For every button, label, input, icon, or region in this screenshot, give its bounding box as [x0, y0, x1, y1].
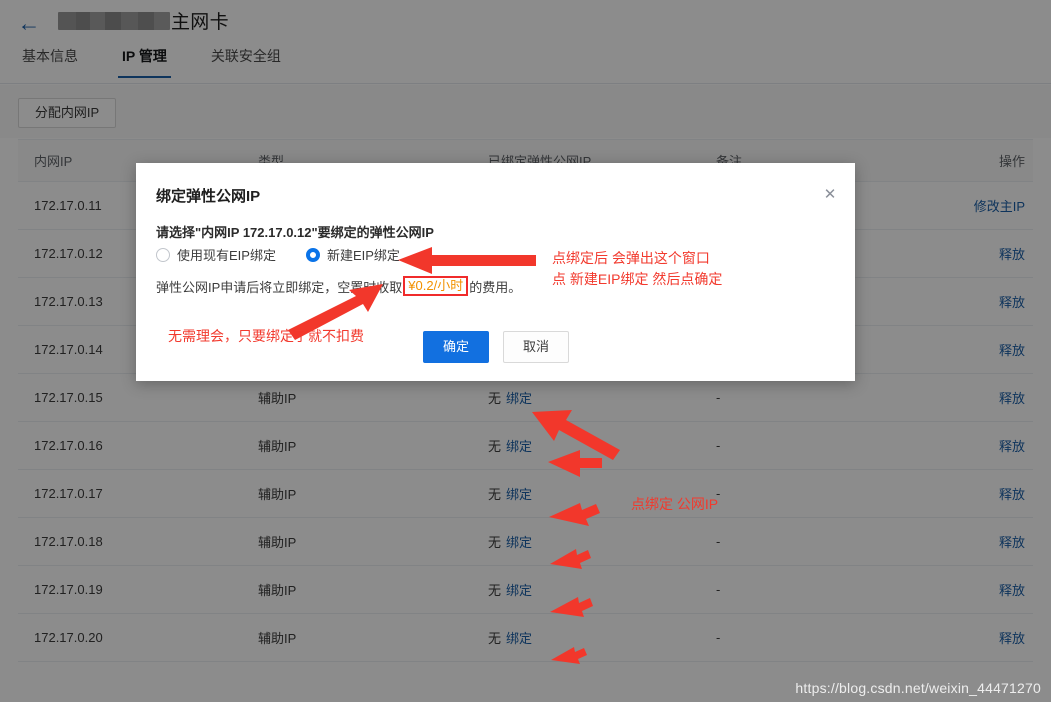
cancel-button[interactable]: 取消 [503, 331, 569, 363]
fee-note-prefix: 弹性公网IP申请后将立即绑定，空置时收取 [156, 279, 403, 295]
radio-create-new-eip[interactable]: 新建EIP绑定 [305, 245, 400, 264]
radio-circle-icon [156, 247, 170, 262]
confirm-button[interactable]: 确定 [423, 331, 489, 363]
watermark: https://blog.csdn.net/weixin_44471270 [795, 680, 1041, 696]
close-icon[interactable]: ✕ [822, 187, 838, 203]
radio-circle-selected-icon [305, 247, 320, 262]
dialog-prompt: 请选择"内网IP 172.17.0.12"要绑定的弹性公网IP [156, 225, 434, 240]
radio-label-create-new-eip: 新建EIP绑定 [326, 248, 400, 263]
dialog-fee-note: 弹性公网IP申请后将立即绑定，空置时收取 ¥0.2/小时 的费用。 [156, 276, 521, 296]
radio-label-use-existing-eip: 使用现有EIP绑定 [177, 248, 276, 263]
eip-mode-radio-group: 使用现有EIP绑定 新建EIP绑定 [156, 245, 430, 264]
screenshot-root: ← 主网卡 基本信息 IP 管理 关联安全组 分配内网IP 内网IP 类型 已绑… [0, 0, 1051, 702]
fee-price-highlight: ¥0.2/小时 [403, 276, 469, 296]
bind-eip-dialog: 绑定弹性公网IP ✕ 请选择"内网IP 172.17.0.12"要绑定的弹性公网… [136, 163, 855, 381]
fee-note-suffix: 的费用。 [469, 279, 522, 295]
radio-use-existing-eip[interactable]: 使用现有EIP绑定 [156, 245, 276, 264]
dialog-title: 绑定弹性公网IP [156, 188, 261, 205]
